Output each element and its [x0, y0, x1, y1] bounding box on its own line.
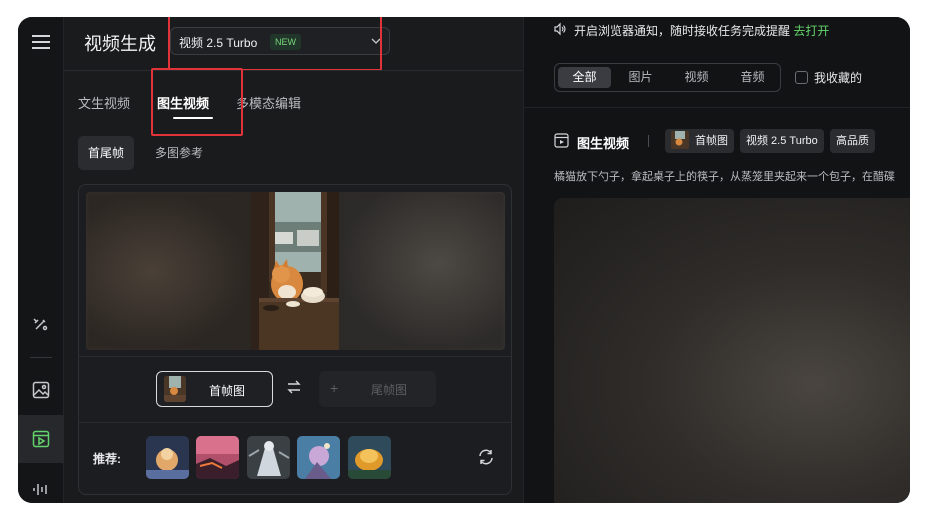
preview-blur-left — [86, 192, 251, 350]
tab-multimodal-edit[interactable]: 多模态编辑 — [236, 93, 301, 112]
filter-audio[interactable]: 音频 — [726, 67, 779, 88]
generation-panel: 视频生成 视频 2.5 Turbo NEW 文生视频 图生视频 多模态编辑 首尾… — [64, 17, 523, 503]
recommend-thumbnail[interactable] — [297, 436, 340, 479]
first-frame-image — [251, 192, 339, 350]
divider — [79, 356, 511, 357]
video-icon[interactable] — [29, 427, 53, 451]
first-frame-button[interactable]: 首帧图 — [156, 371, 273, 407]
notification-text: 开启浏览器通知，随时接收任务完成提醒 — [574, 24, 791, 38]
first-frame-thumbnail — [164, 376, 186, 402]
video-result[interactable] — [554, 198, 910, 503]
recommend-label: 推荐: — [93, 452, 121, 466]
recommend-thumbnail[interactable] — [146, 436, 189, 479]
frame-preview — [86, 192, 505, 350]
swap-icon[interactable] — [286, 379, 302, 395]
audio-wave-icon[interactable] — [29, 477, 53, 501]
rail-divider — [30, 357, 52, 358]
subtab-multi-image-ref[interactable]: 多图参考 — [145, 136, 213, 170]
app-window: 视频生成 视频 2.5 Turbo NEW 文生视频 图生视频 多模态编辑 首尾… — [18, 17, 910, 503]
divider — [79, 422, 511, 423]
highlight-box — [168, 17, 382, 71]
menu-icon[interactable] — [29, 30, 53, 54]
favorites-checkbox[interactable]: 我收藏的 — [795, 69, 862, 86]
last-frame-label: 尾帧图 — [371, 383, 408, 397]
divider — [524, 107, 910, 108]
recommend-thumbnail[interactable] — [196, 436, 239, 479]
vertical-divider — [648, 135, 649, 147]
recommend-thumbnail[interactable] — [348, 436, 391, 479]
first-frame-label: 首帧图 — [209, 384, 246, 398]
brush-sparkle-icon[interactable] — [29, 312, 53, 336]
enable-notification-link[interactable]: 去打开 — [793, 24, 829, 38]
filter-image[interactable]: 图片 — [614, 67, 667, 88]
favorites-label: 我收藏的 — [814, 71, 863, 85]
subtab-first-last-frame[interactable]: 首尾帧 — [78, 136, 135, 170]
history-panel: 开启浏览器通知，随时接收任务完成提醒 去打开 全部 图片 视频 音频 我收藏的 … — [523, 17, 910, 503]
chip-model: 视频 2.5 Turbo — [740, 129, 824, 153]
refresh-icon[interactable] — [477, 448, 495, 466]
plus-icon: + — [330, 380, 339, 396]
chip-label: 首帧图 — [695, 135, 728, 147]
highlight-box — [151, 68, 243, 136]
recommend-thumbnail[interactable] — [247, 436, 290, 479]
image-icon[interactable] — [29, 378, 53, 402]
notification-banner: 开启浏览器通知，随时接收任务完成提醒 去打开 — [574, 22, 829, 39]
type-filter: 全部 图片 视频 音频 — [554, 63, 781, 92]
filter-video[interactable]: 视频 — [670, 67, 723, 88]
filter-all[interactable]: 全部 — [558, 67, 611, 88]
speaker-icon — [554, 22, 566, 36]
chip-thumbnail — [671, 131, 689, 149]
left-rail — [18, 17, 64, 503]
preview-blur-right — [339, 192, 505, 350]
last-frame-button[interactable]: + 尾帧图 — [319, 371, 436, 407]
task-type-label: 图生视频 — [577, 136, 630, 151]
frame-card: 首帧图 + 尾帧图 推荐: — [78, 184, 512, 495]
page-title: 视频生成 — [84, 34, 156, 54]
divider — [64, 70, 523, 71]
chip-first-frame[interactable]: 首帧图 — [665, 129, 734, 153]
chip-quality: 高品质 — [830, 129, 875, 153]
checkbox-box — [795, 71, 808, 84]
video-task-icon — [554, 133, 569, 148]
tab-text-to-video[interactable]: 文生视频 — [78, 93, 130, 112]
task-prompt: 橘猫放下勺子，拿起桌子上的筷子，从蒸笼里夹起来一个包子，在醋碟 — [554, 171, 895, 183]
